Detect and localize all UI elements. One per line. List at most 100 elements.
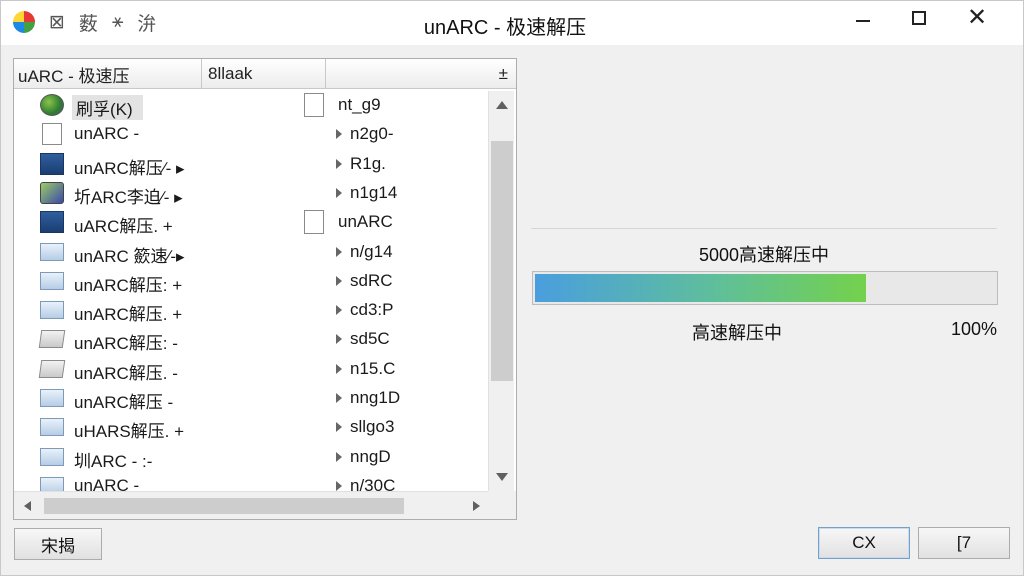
vertical-scrollbar[interactable] bbox=[488, 91, 514, 491]
progress-percent: 100% bbox=[950, 319, 997, 339]
item-detail: nngD bbox=[350, 446, 391, 466]
item-detail: n/30C bbox=[350, 475, 396, 491]
vertical-scroll-thumb[interactable] bbox=[491, 141, 513, 381]
expand-arrow-icon[interactable] bbox=[336, 363, 342, 374]
file-icon bbox=[304, 210, 324, 235]
stamp-icon bbox=[38, 359, 66, 378]
item-detail: n2g0- bbox=[350, 124, 394, 144]
close-icon: ✕ bbox=[966, 4, 988, 31]
folder-icon bbox=[40, 301, 64, 320]
item-detail: n15.C bbox=[350, 358, 396, 378]
item-detail: R1g. bbox=[350, 153, 386, 173]
folder-icon bbox=[40, 418, 64, 437]
progress-status-top: 5000高速解压中 bbox=[698, 245, 830, 265]
cube-icon bbox=[40, 181, 64, 204]
expand-arrow-icon[interactable] bbox=[336, 275, 342, 286]
expand-arrow-icon[interactable] bbox=[336, 422, 342, 433]
list-item[interactable]: uARC解压. + unARC bbox=[14, 208, 488, 237]
file-list: 刷孚(K) nt_g9 unARC - n2g0- unARC解压∕- ▸ R1g. 圻AR… bbox=[14, 91, 488, 491]
item-name: uHARS解压. + bbox=[74, 422, 185, 442]
folder-icon bbox=[40, 476, 64, 491]
column-add[interactable]: ± bbox=[326, 59, 516, 89]
item-name: unARC - bbox=[74, 475, 140, 491]
list-item[interactable]: 刷孚(K) nt_g9 bbox=[14, 91, 488, 120]
expand-arrow-icon[interactable] bbox=[336, 158, 342, 169]
minimize-icon bbox=[856, 20, 870, 22]
expand-arrow-icon[interactable] bbox=[336, 334, 342, 345]
item-name: unARC解压. + bbox=[74, 305, 183, 325]
column-size[interactable]: 8llaak bbox=[202, 59, 326, 89]
list-item[interactable]: unARC解压. - n15.C bbox=[14, 355, 488, 384]
item-detail: nng1D bbox=[350, 388, 401, 407]
expand-arrow-icon[interactable] bbox=[336, 305, 342, 316]
item-name: 圻ARC李迫∕- ▸ bbox=[74, 187, 183, 207]
list-item[interactable]: unARC解压. + cd3:P bbox=[14, 296, 488, 325]
folder-icon bbox=[40, 271, 64, 290]
expand-arrow-icon[interactable] bbox=[336, 480, 342, 491]
divider bbox=[531, 228, 997, 229]
minimize-button[interactable] bbox=[833, 1, 893, 35]
item-name: 圳ARC - :- bbox=[74, 451, 153, 471]
expand-arrow-icon[interactable] bbox=[336, 451, 342, 462]
list-item[interactable]: unARC解压 - nng1D bbox=[14, 384, 488, 413]
list-item[interactable]: unARC解压∕- ▸ R1g. bbox=[14, 150, 488, 179]
item-name: unARC解压. - bbox=[74, 363, 178, 383]
expand-arrow-icon[interactable] bbox=[336, 246, 342, 257]
list-item[interactable]: unARC - n/30C bbox=[14, 472, 488, 491]
item-name: 刷孚(K) bbox=[72, 95, 143, 120]
list-item[interactable]: uHARS解压. + sllgo3 bbox=[14, 413, 488, 442]
blue-window-icon bbox=[40, 152, 64, 175]
scroll-left-icon[interactable] bbox=[24, 501, 31, 511]
scroll-down-icon[interactable] bbox=[496, 473, 508, 481]
ok-button[interactable]: CX bbox=[818, 527, 910, 559]
app-window: ⊠ 薮 ⚹ 㳎 unARC - 极速解压 ✕ uARC - 极速压 8llaak… bbox=[0, 0, 1024, 576]
item-detail: nt_g9 bbox=[338, 95, 381, 114]
title-bar: ⊠ 薮 ⚹ 㳎 unARC - 极速解压 ✕ bbox=[1, 1, 1023, 45]
item-name: unARC - bbox=[74, 124, 140, 144]
item-name: uARC解压. + bbox=[74, 217, 173, 237]
maximize-icon bbox=[912, 11, 926, 25]
item-detail: n/g14 bbox=[350, 241, 393, 261]
list-item[interactable]: unARC解压: - sd5C bbox=[14, 325, 488, 354]
horizontal-scrollbar[interactable] bbox=[14, 491, 488, 519]
list-item[interactable]: unARC解压: + sdRC bbox=[14, 267, 488, 296]
item-detail: sdRC bbox=[350, 270, 393, 290]
scroll-up-icon[interactable] bbox=[496, 101, 508, 109]
horizontal-scroll-thumb[interactable] bbox=[44, 498, 404, 514]
column-name[interactable]: uARC - 极速压 bbox=[14, 59, 202, 89]
file-icon bbox=[304, 93, 324, 117]
expand-arrow-icon[interactable] bbox=[336, 129, 342, 140]
scroll-right-icon[interactable] bbox=[473, 501, 480, 511]
item-detail: sd5C bbox=[350, 329, 390, 349]
left-action-button[interactable]: 宋揭 bbox=[14, 528, 102, 560]
maximize-button[interactable] bbox=[889, 1, 949, 35]
progress-bar bbox=[532, 271, 998, 305]
progress-fill bbox=[535, 274, 866, 302]
expand-arrow-icon[interactable] bbox=[336, 187, 342, 198]
file-list-panel: uARC - 极速压 8llaak ± 刷孚(K) nt_g9 unARC - n2g… bbox=[13, 58, 517, 520]
cancel-button[interactable]: [7 bbox=[918, 527, 1010, 559]
item-detail: sllgo3 bbox=[350, 417, 395, 437]
expand-arrow-icon[interactable] bbox=[336, 393, 342, 403]
folder-icon bbox=[40, 447, 64, 466]
item-name: unARC解压∕- ▸ bbox=[74, 158, 185, 178]
list-item[interactable]: unARC 籨速∕-▸ n/g14 bbox=[14, 238, 488, 267]
item-name: unARC 籨速∕-▸ bbox=[74, 246, 185, 266]
blue-window-icon bbox=[40, 211, 64, 234]
doc-icon bbox=[42, 123, 62, 146]
close-button[interactable]: ✕ bbox=[947, 1, 1007, 35]
globe-icon bbox=[40, 94, 64, 116]
list-item[interactable]: 圳ARC - :- nngD bbox=[14, 443, 488, 472]
list-item[interactable]: 圻ARC李迫∕- ▸ n1g14 bbox=[14, 179, 488, 208]
item-name: unARC解压: - bbox=[74, 334, 178, 354]
scroll-corner bbox=[488, 491, 516, 519]
item-name: unARC解压: + bbox=[74, 275, 183, 295]
progress-status-bottom: 高速解压中 bbox=[692, 323, 782, 343]
folder-icon bbox=[40, 242, 64, 261]
item-detail: n1g14 bbox=[350, 182, 398, 202]
item-detail: unARC bbox=[338, 212, 393, 232]
item-detail: cd3:P bbox=[350, 300, 394, 320]
folder-icon bbox=[40, 389, 64, 407]
column-header: uARC - 极速压 8llaak ± bbox=[14, 59, 516, 89]
list-item[interactable]: unARC - n2g0- bbox=[14, 120, 488, 149]
